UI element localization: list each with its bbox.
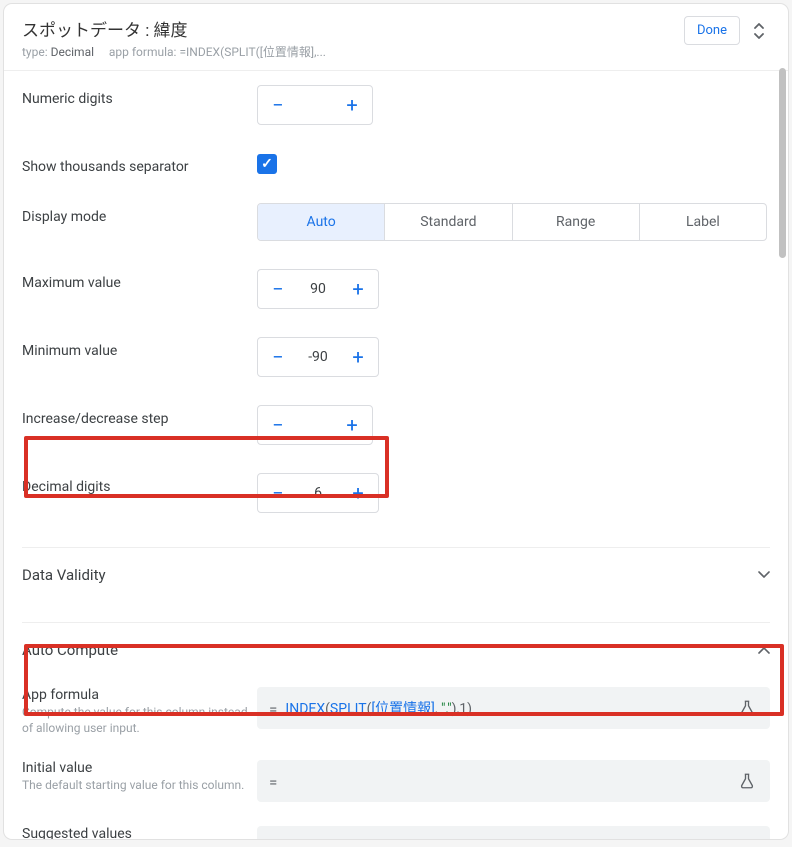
initial-value-row: Initial value The default starting value… <box>22 750 770 816</box>
suggested-values-row: Suggested values An optional expression … <box>22 816 770 839</box>
chevron-up-icon <box>758 646 770 654</box>
increment-button[interactable] <box>338 338 378 376</box>
numeric-digits-label: Numeric digits <box>22 85 257 107</box>
initial-value-label: Initial value <box>22 760 257 776</box>
decrement-button[interactable] <box>258 270 298 308</box>
equals-sign: = <box>269 699 277 718</box>
decrement-button[interactable] <box>258 406 298 444</box>
thousands-separator-row: Show thousands separator <box>22 139 770 189</box>
header-meta: type: Decimal app formula: =INDEX(SPLIT(… <box>22 43 684 60</box>
app-formula-label: App formula <box>22 687 257 703</box>
decrement-button[interactable] <box>258 86 298 124</box>
auto-compute-section-header[interactable]: Auto Compute <box>22 623 770 677</box>
min-value-label: Minimum value <box>22 337 257 359</box>
header-info: スポットデータ : 緯度 type: Decimal app formula: … <box>22 16 684 60</box>
max-value-stepper[interactable]: 90 <box>257 269 379 309</box>
display-mode-row: Display mode Auto Standard Range Label <box>22 189 770 255</box>
display-mode-label: Display mode <box>22 203 257 225</box>
max-value-label: Maximum value <box>22 269 257 291</box>
increment-button[interactable] <box>338 474 378 512</box>
data-validity-section-header[interactable]: Data Validity <box>22 548 770 602</box>
numeric-digits-row: Numeric digits <box>22 71 770 139</box>
increment-button[interactable] <box>332 86 372 124</box>
numeric-digits-stepper[interactable] <box>257 85 373 125</box>
app-formula-sub: Compute the value for this column instea… <box>22 705 257 736</box>
step-row: Increase/decrease step <box>22 391 770 459</box>
flask-icon[interactable] <box>738 838 758 839</box>
flask-icon[interactable] <box>738 699 758 717</box>
panel-body: Numeric digits Show thousands separator … <box>4 71 788 839</box>
increment-button[interactable] <box>338 270 378 308</box>
panel-header: スポットデータ : 緯度 type: Decimal app formula: … <box>4 4 788 71</box>
decimal-digits-label: Decimal digits <box>22 473 257 495</box>
initial-value-sub: The default starting value for this colu… <box>22 778 257 794</box>
decimal-digits-stepper[interactable]: 6 <box>257 473 379 513</box>
scrollbar-thumb[interactable] <box>779 68 786 258</box>
min-value-stepper[interactable]: -90 <box>257 337 379 377</box>
thousands-separator-label: Show thousands separator <box>22 153 257 175</box>
suggested-values-label: Suggested values <box>22 826 257 839</box>
auto-compute-title: Auto Compute <box>22 641 118 659</box>
done-button[interactable]: Done <box>684 16 740 45</box>
header-actions: Done <box>684 16 768 45</box>
equals-sign: = <box>269 772 277 791</box>
increment-button[interactable] <box>332 406 372 444</box>
flask-icon[interactable] <box>738 772 758 790</box>
decimal-digits-value[interactable]: 6 <box>298 485 338 501</box>
expand-collapse-icon[interactable] <box>750 22 768 40</box>
decrement-button[interactable] <box>258 474 298 512</box>
display-mode-range[interactable]: Range <box>513 204 640 240</box>
formula-preview: =INDEX(SPLIT([位置情報],... <box>179 45 325 59</box>
settings-panel: スポットデータ : 緯度 type: Decimal app formula: … <box>4 4 788 839</box>
max-value-value[interactable]: 90 <box>298 281 338 297</box>
type-value: Decimal <box>51 45 94 59</box>
decimal-digits-row: Decimal digits 6 <box>22 459 770 527</box>
app-formula-input[interactable]: = INDEX(SPLIT([位置情報], ","),1) <box>257 687 770 729</box>
equals-sign: = <box>269 838 277 839</box>
app-formula-expression: INDEX(SPLIT([位置情報], ","),1) <box>285 698 738 718</box>
decrement-button[interactable] <box>258 338 298 376</box>
type-label: type: <box>22 45 48 59</box>
display-mode-segmented: Auto Standard Range Label <box>257 203 767 241</box>
initial-value-input[interactable]: = <box>257 760 770 802</box>
step-stepper[interactable] <box>257 405 373 445</box>
data-validity-title: Data Validity <box>22 566 106 584</box>
max-value-row: Maximum value 90 <box>22 255 770 323</box>
app-formula-row: App formula Compute the value for this c… <box>22 677 770 750</box>
column-title: スポットデータ : 緯度 <box>22 16 684 41</box>
suggested-values-input[interactable]: = <box>257 826 770 839</box>
display-mode-auto[interactable]: Auto <box>258 204 385 240</box>
chevron-down-icon <box>758 571 770 579</box>
formula-label: app formula: <box>109 45 177 59</box>
display-mode-standard[interactable]: Standard <box>385 204 512 240</box>
min-value-row: Minimum value -90 <box>22 323 770 391</box>
step-label: Increase/decrease step <box>22 405 257 427</box>
thousands-separator-checkbox[interactable] <box>257 154 277 174</box>
display-mode-label[interactable]: Label <box>640 204 766 240</box>
min-value-value[interactable]: -90 <box>298 349 338 365</box>
